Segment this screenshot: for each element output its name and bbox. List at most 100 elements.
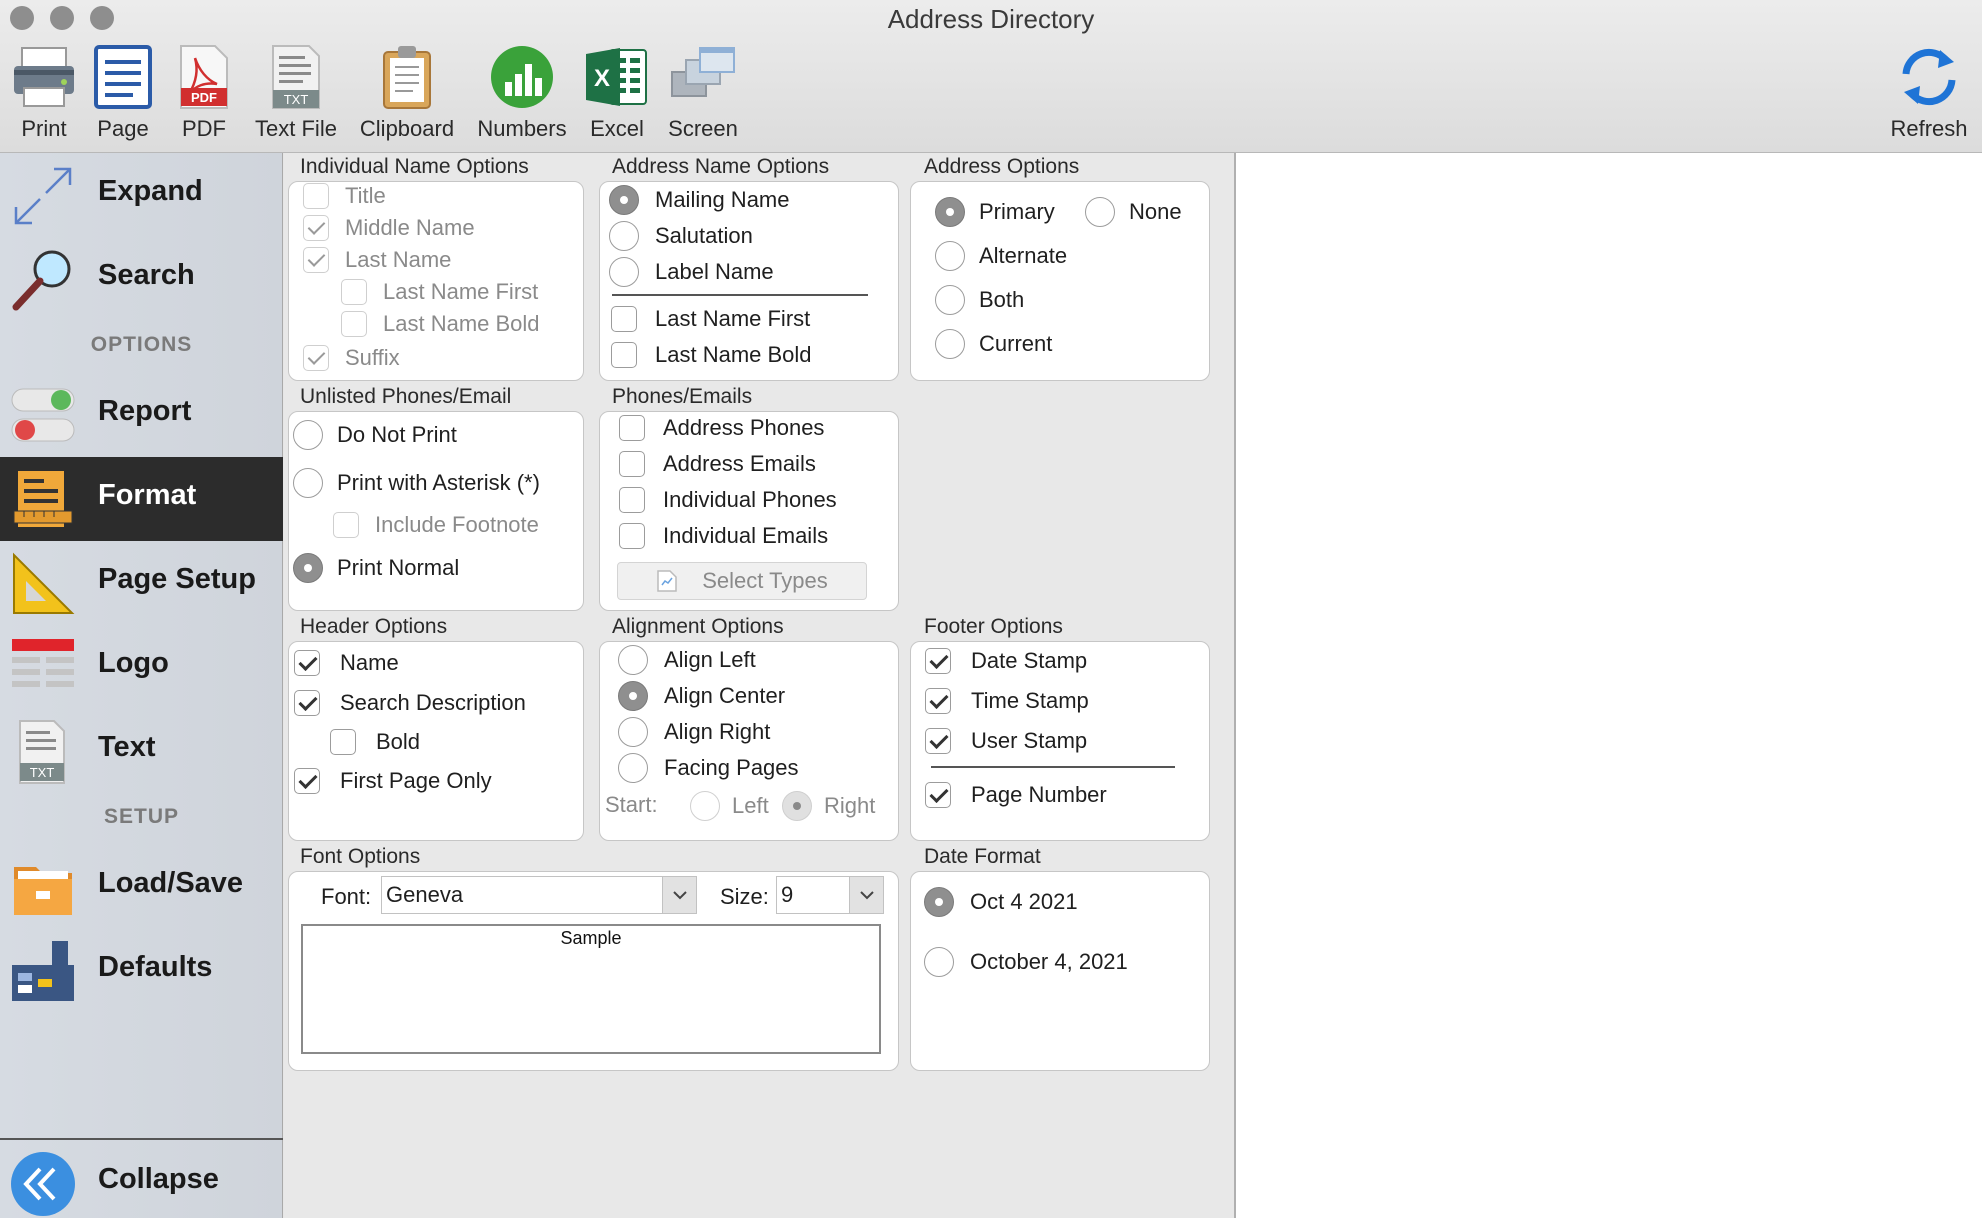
radio-button[interactable] — [924, 947, 954, 977]
checkbox[interactable] — [925, 648, 951, 674]
radio-button[interactable] — [618, 717, 648, 747]
text-file-button[interactable]: TXT Text File — [250, 44, 342, 144]
checkbox[interactable] — [341, 279, 367, 305]
radio-button[interactable] — [618, 681, 648, 711]
checkbox[interactable] — [303, 345, 329, 371]
radio-button[interactable] — [618, 645, 648, 675]
screen-button[interactable]: Screen — [662, 44, 744, 144]
font-select[interactable]: Geneva — [381, 876, 697, 914]
radio-button[interactable] — [609, 221, 639, 251]
chevron-down-icon[interactable] — [662, 877, 696, 913]
address-last-name-bold-checkbox[interactable]: Last Name Bold — [611, 339, 812, 371]
checkbox[interactable] — [611, 306, 637, 332]
checkbox[interactable] — [303, 247, 329, 273]
checkbox[interactable] — [303, 183, 329, 209]
radio-button[interactable] — [293, 468, 323, 498]
last-name-bold-checkbox[interactable]: Last Name Bold — [341, 308, 540, 340]
both-radio[interactable]: Both — [935, 284, 1024, 316]
align-center-radio[interactable]: Align Center — [618, 680, 785, 712]
checkbox[interactable] — [619, 487, 645, 513]
sidebar-item-text[interactable]: TXT Text — [0, 709, 283, 793]
sidebar-item-defaults[interactable]: Defaults — [0, 929, 283, 1013]
start-right-radio[interactable]: Right — [782, 790, 875, 822]
radio-button[interactable] — [935, 329, 965, 359]
checkbox[interactable] — [294, 690, 320, 716]
refresh-button[interactable]: Refresh — [1880, 44, 1978, 144]
do-not-print-radio[interactable]: Do Not Print — [293, 419, 457, 451]
address-last-name-first-checkbox[interactable]: Last Name First — [611, 303, 810, 335]
sidebar-item-format[interactable]: Format — [0, 457, 283, 541]
primary-radio[interactable]: Primary — [935, 196, 1055, 228]
checkbox[interactable] — [925, 782, 951, 808]
checkbox[interactable] — [925, 728, 951, 754]
middle-name-checkbox[interactable]: Middle Name — [303, 212, 475, 244]
checkbox[interactable] — [330, 729, 356, 755]
title-checkbox[interactable]: Title — [303, 180, 386, 212]
radio-button[interactable] — [293, 553, 323, 583]
first-page-only-checkbox[interactable]: First Page Only — [294, 765, 492, 797]
checkbox[interactable] — [925, 688, 951, 714]
page-button[interactable]: Page — [90, 44, 156, 144]
label-name-radio[interactable]: Label Name — [609, 256, 774, 288]
radio-button[interactable] — [935, 197, 965, 227]
header-bold-checkbox[interactable]: Bold — [330, 726, 420, 758]
checkbox[interactable] — [294, 768, 320, 794]
include-footnote-checkbox[interactable]: Include Footnote — [333, 509, 539, 541]
start-left-radio[interactable]: Left — [690, 790, 769, 822]
checkbox[interactable] — [619, 451, 645, 477]
radio-button[interactable] — [1085, 197, 1115, 227]
align-left-radio[interactable]: Align Left — [618, 644, 756, 676]
facing-pages-radio[interactable]: Facing Pages — [618, 752, 799, 784]
checkbox[interactable] — [303, 215, 329, 241]
sidebar-item-page-setup[interactable]: Page Setup — [0, 541, 283, 625]
address-emails-checkbox[interactable]: Address Emails — [619, 448, 816, 480]
search-description-checkbox[interactable]: Search Description — [294, 687, 526, 719]
clipboard-button[interactable]: Clipboard — [354, 44, 460, 144]
checkbox[interactable] — [619, 523, 645, 549]
radio-button[interactable] — [924, 887, 954, 917]
none-radio[interactable]: None — [1085, 196, 1182, 228]
chevron-down-icon[interactable] — [849, 877, 883, 913]
print-with-asterisk-radio[interactable]: Print with Asterisk (*) — [293, 467, 540, 499]
current-radio[interactable]: Current — [935, 328, 1052, 360]
sidebar-item-expand[interactable]: Expand — [0, 153, 283, 237]
sidebar-item-logo[interactable]: Logo — [0, 625, 283, 709]
last-name-first-checkbox[interactable]: Last Name First — [341, 276, 538, 308]
align-right-radio[interactable]: Align Right — [618, 716, 770, 748]
radio-button[interactable] — [293, 420, 323, 450]
individual-emails-checkbox[interactable]: Individual Emails — [619, 520, 828, 552]
suffix-checkbox[interactable]: Suffix — [303, 342, 400, 374]
header-name-checkbox[interactable]: Name — [294, 647, 399, 679]
radio-button[interactable] — [935, 241, 965, 271]
date-stamp-checkbox[interactable]: Date Stamp — [925, 645, 1087, 677]
sidebar-item-collapse[interactable]: Collapse — [0, 1141, 283, 1218]
address-phones-checkbox[interactable]: Address Phones — [619, 412, 824, 444]
checkbox[interactable] — [333, 512, 359, 538]
individual-phones-checkbox[interactable]: Individual Phones — [619, 484, 837, 516]
radio-button[interactable] — [690, 791, 720, 821]
checkbox[interactable] — [611, 342, 637, 368]
time-stamp-checkbox[interactable]: Time Stamp — [925, 685, 1089, 717]
radio-button[interactable] — [609, 185, 639, 215]
alternate-radio[interactable]: Alternate — [935, 240, 1067, 272]
sidebar-item-report[interactable]: Report — [0, 373, 283, 457]
checkbox[interactable] — [619, 415, 645, 441]
last-name-checkbox[interactable]: Last Name — [303, 244, 451, 276]
pdf-button[interactable]: PDF PDF — [172, 44, 236, 144]
sidebar-item-search[interactable]: Search — [0, 237, 283, 321]
print-button[interactable]: Print — [6, 44, 82, 144]
radio-button[interactable] — [782, 791, 812, 821]
mailing-name-radio[interactable]: Mailing Name — [609, 184, 790, 216]
page-number-checkbox[interactable]: Page Number — [925, 779, 1107, 811]
numbers-button[interactable]: Numbers — [472, 44, 572, 144]
radio-button[interactable] — [609, 257, 639, 287]
print-normal-radio[interactable]: Print Normal — [293, 552, 459, 584]
user-stamp-checkbox[interactable]: User Stamp — [925, 725, 1087, 757]
date-long-radio[interactable]: October 4, 2021 — [924, 946, 1128, 978]
sidebar-item-load-save[interactable]: Load/Save — [0, 845, 283, 929]
salutation-radio[interactable]: Salutation — [609, 220, 753, 252]
radio-button[interactable] — [935, 285, 965, 315]
checkbox[interactable] — [341, 311, 367, 337]
radio-button[interactable] — [618, 753, 648, 783]
checkbox[interactable] — [294, 650, 320, 676]
